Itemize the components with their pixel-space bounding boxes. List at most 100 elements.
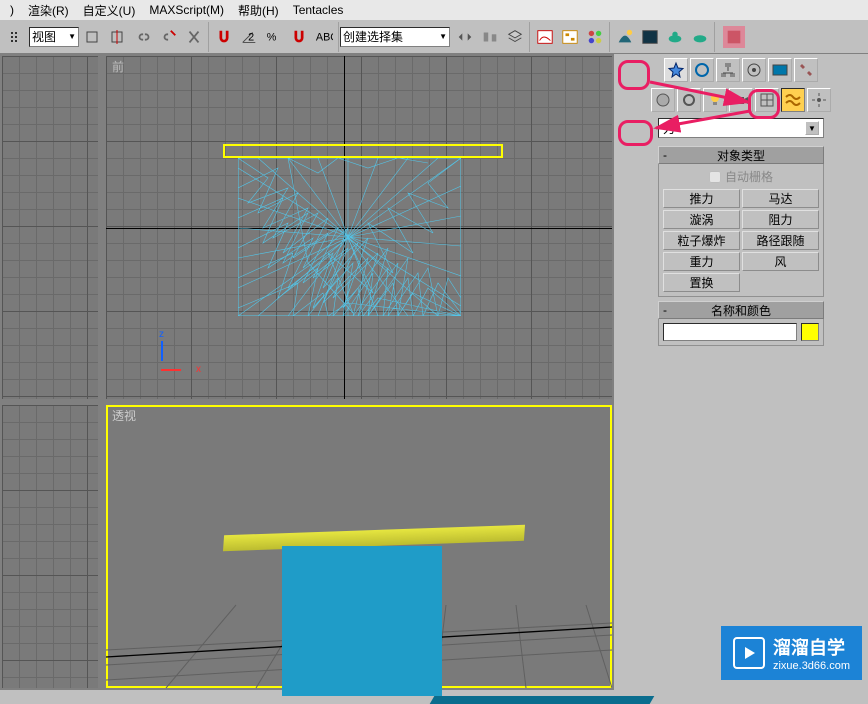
unlink-icon[interactable] xyxy=(157,25,181,49)
btn-vortex[interactable]: 漩涡 xyxy=(663,210,740,229)
autogrid-row: 自动栅格 xyxy=(663,168,819,185)
perspective-cloth-object[interactable] xyxy=(282,546,442,696)
axis-gizmo-front: zx xyxy=(161,341,191,371)
btn-drag[interactable]: 阻力 xyxy=(742,210,819,229)
btn-pbomb[interactable]: 粒子爆炸 xyxy=(663,231,740,250)
rollout-header-object-type[interactable]: - 对象类型 xyxy=(658,146,824,164)
category-dropdown[interactable]: 力 ▼ xyxy=(658,118,824,138)
btn-displace[interactable]: 置换 xyxy=(663,273,740,292)
btn-wind[interactable]: 风 xyxy=(742,252,819,271)
handle-icon[interactable] xyxy=(4,25,28,49)
watermark-main: 溜溜自学 xyxy=(773,634,850,660)
viewport-bottom-left[interactable] xyxy=(2,405,98,688)
front-rail-object[interactable] xyxy=(223,144,503,158)
viewport-perspective[interactable]: 透视 xyxy=(106,405,612,688)
collapse-icon: - xyxy=(663,303,667,317)
render-frame-icon[interactable] xyxy=(638,25,662,49)
material-icon[interactable] xyxy=(583,25,607,49)
btn-path-follow[interactable]: 路径跟随 xyxy=(742,231,819,250)
bind-icon[interactable] xyxy=(182,25,206,49)
schematic-icon[interactable] xyxy=(558,25,582,49)
shapes-subtab[interactable] xyxy=(677,88,701,112)
autogrid-label: 自动栅格 xyxy=(725,168,773,185)
btn-push[interactable]: 推力 xyxy=(663,189,740,208)
watermark-sub: zixue.3d66.com xyxy=(773,660,850,672)
curve-editor-icon[interactable] xyxy=(533,25,557,49)
lights-subtab[interactable] xyxy=(703,88,727,112)
command-panel: 力 ▼ - 对象类型 自动栅格 推力 马达 漩涡 阻力 粒子爆炸 路径跟随 重力… xyxy=(614,54,868,690)
object-name-input[interactable] xyxy=(663,323,797,341)
viewport-front-label: 前 xyxy=(112,58,124,75)
modify-tab[interactable] xyxy=(690,58,714,82)
main-toolbar: 视图 ▼ 2 % ABC 创建选择集 ▼ xyxy=(0,20,868,54)
menu-tentacles[interactable]: Tentacles xyxy=(287,1,350,19)
keyframe-add-icon[interactable] xyxy=(105,25,129,49)
rollout-title-object-type: 对象类型 xyxy=(717,147,765,164)
keyframe-icon[interactable] xyxy=(80,25,104,49)
align-icon[interactable] xyxy=(478,25,502,49)
hierarchy-tab[interactable] xyxy=(716,58,740,82)
magnet-icon[interactable] xyxy=(212,25,236,49)
menu-render[interactable]: 渲染(R) xyxy=(22,0,75,21)
viewport-area: 前 zx 透视 xyxy=(0,54,614,690)
motion-tab[interactable] xyxy=(742,58,766,82)
render-icon[interactable] xyxy=(663,25,687,49)
link-icon[interactable] xyxy=(132,25,156,49)
viewport-top-left[interactable] xyxy=(2,56,98,399)
rollout-header-name-color[interactable]: - 名称和颜色 xyxy=(658,301,824,319)
cp-main-tabs xyxy=(618,58,864,82)
object-type-grid: 推力 马达 漩涡 阻力 粒子爆炸 路径跟随 重力 风 置换 xyxy=(663,189,819,292)
abc-icon[interactable]: ABC xyxy=(312,25,336,49)
btn-motor[interactable]: 马达 xyxy=(742,189,819,208)
selection-set-dropdown[interactable]: 创建选择集 ▼ xyxy=(340,27,450,47)
view-dropdown[interactable]: 视图 ▼ xyxy=(29,27,79,47)
rollout-object-type: - 对象类型 自动栅格 推力 马达 漩涡 阻力 粒子爆炸 路径跟随 重力 风 置… xyxy=(658,146,824,297)
autogrid-checkbox xyxy=(709,171,721,183)
menu-maxscript[interactable]: MAXScript(M) xyxy=(143,1,230,19)
menu-customize[interactable]: 自定义(U) xyxy=(77,0,142,21)
svg-text:2: 2 xyxy=(248,31,254,43)
quick-render-icon[interactable] xyxy=(688,25,712,49)
rollout-name-color: - 名称和颜色 xyxy=(658,301,824,346)
viewport-front[interactable]: 前 zx xyxy=(106,56,612,399)
tb-group-snap xyxy=(130,22,209,52)
dropdown-arrow-icon: ▼ xyxy=(439,32,447,41)
create-tab[interactable] xyxy=(664,58,688,82)
dropdown-arrow-icon: ▼ xyxy=(68,32,76,41)
watermark: 溜溜自学 zixue.3d66.com xyxy=(721,626,862,680)
view-label: 视图 xyxy=(32,28,56,45)
helpers-subtab[interactable] xyxy=(755,88,779,112)
collapse-icon: - xyxy=(663,148,667,162)
spacewarps-subtab[interactable] xyxy=(781,88,805,112)
angle-snap-icon[interactable]: 2 xyxy=(237,25,261,49)
utilities-tab[interactable] xyxy=(794,58,818,82)
cameras-subtab[interactable] xyxy=(729,88,753,112)
cp-sub-tabs xyxy=(618,88,864,112)
object-color-swatch[interactable] xyxy=(801,323,819,341)
display-tab[interactable] xyxy=(768,58,792,82)
magnet2-icon[interactable] xyxy=(287,25,311,49)
mirror-icon[interactable] xyxy=(453,25,477,49)
svg-text:%: % xyxy=(267,31,277,43)
dropdown-arrow-icon: ▼ xyxy=(805,121,819,135)
play-icon xyxy=(733,637,765,669)
tb-group-render xyxy=(611,22,715,52)
selset-label: 创建选择集 xyxy=(343,28,403,45)
geometry-subtab[interactable] xyxy=(651,88,675,112)
menu-help[interactable]: 帮助(H) xyxy=(232,0,285,21)
tb-group-magnet: 2 % ABC xyxy=(210,22,339,52)
btn-gravity[interactable]: 重力 xyxy=(663,252,740,271)
layers-icon[interactable] xyxy=(503,25,527,49)
special-icon[interactable] xyxy=(722,25,746,49)
menu-partial[interactable]: ) xyxy=(4,1,20,19)
viewport-perspective-label: 透视 xyxy=(112,407,136,424)
category-label: 力 xyxy=(663,120,675,137)
percent-snap-icon[interactable]: % xyxy=(262,25,286,49)
systems-subtab[interactable] xyxy=(807,88,831,112)
rollout-title-name-color: 名称和颜色 xyxy=(711,302,771,319)
render-setup-icon[interactable] xyxy=(613,25,637,49)
svg-text:ABC: ABC xyxy=(316,31,333,43)
tb-group-editors xyxy=(531,22,610,52)
front-cloth-mesh[interactable] xyxy=(238,158,461,316)
tb-group-mirror xyxy=(451,22,530,52)
